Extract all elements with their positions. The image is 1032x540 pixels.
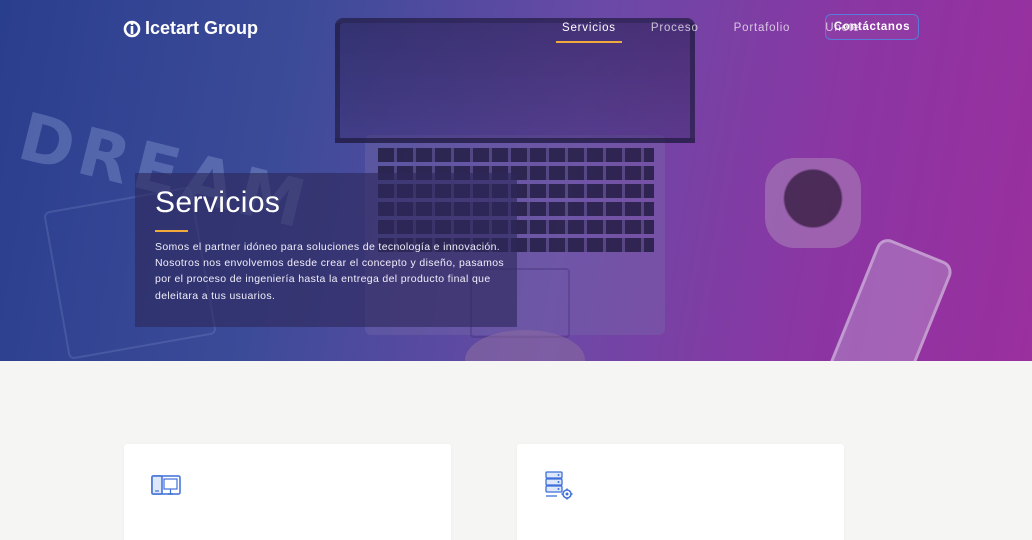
nav-item-portafolio[interactable]: Portafolio: [728, 14, 797, 42]
background-photo-plant: [765, 158, 861, 248]
brand-logo-icon: [123, 20, 141, 37]
page-title: Servicios: [155, 186, 281, 219]
background-photo-phone: [824, 235, 956, 361]
title-underline: [155, 230, 188, 232]
service-card-1[interactable]: [124, 444, 451, 540]
hero-description: Somos el partner idóneo para soluciones …: [155, 241, 505, 302]
contact-button[interactable]: Contáctanos: [825, 14, 919, 40]
brand-name: Icetart Group: [145, 18, 259, 38]
server-gear-icon: [545, 471, 573, 500]
nav-item-proceso[interactable]: Proceso: [645, 14, 705, 42]
brand-logo-link[interactable]: Icetart Group: [123, 18, 258, 39]
hero-section: DREAM Icetart Group Servicios Proceso Po…: [0, 0, 1032, 361]
service-card-2[interactable]: [517, 444, 844, 540]
nav-item-servicios[interactable]: Servicios: [556, 14, 622, 43]
devices-icon: [151, 475, 181, 495]
